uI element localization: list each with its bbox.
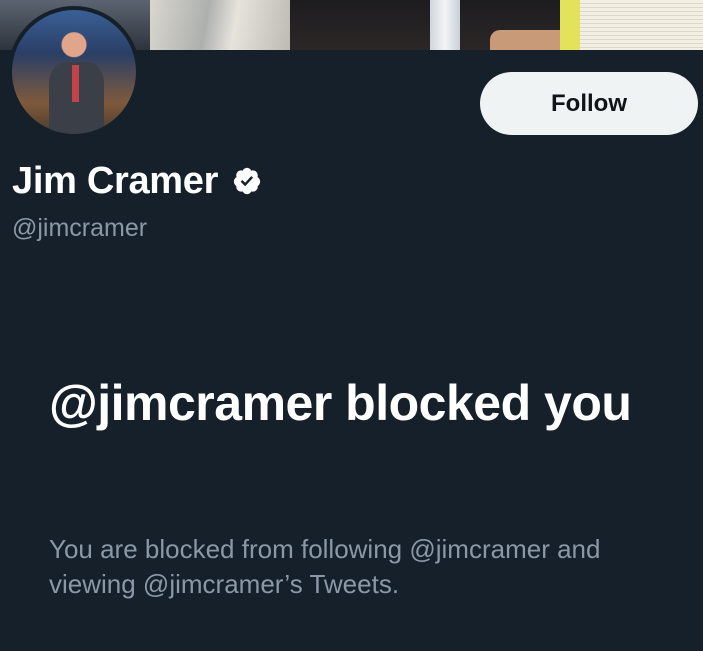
verified-badge-icon (232, 166, 262, 196)
follow-button[interactable]: Follow (480, 72, 698, 135)
avatar[interactable] (8, 6, 140, 138)
display-name: Jim Cramer (12, 159, 219, 202)
blocked-title: @jimcramer blocked you (49, 375, 632, 431)
profile-handle: @jimcramer (12, 214, 148, 242)
profile-name-row: Jim Cramer (12, 157, 262, 205)
blocked-description: You are blocked from following @jimcrame… (49, 534, 601, 599)
